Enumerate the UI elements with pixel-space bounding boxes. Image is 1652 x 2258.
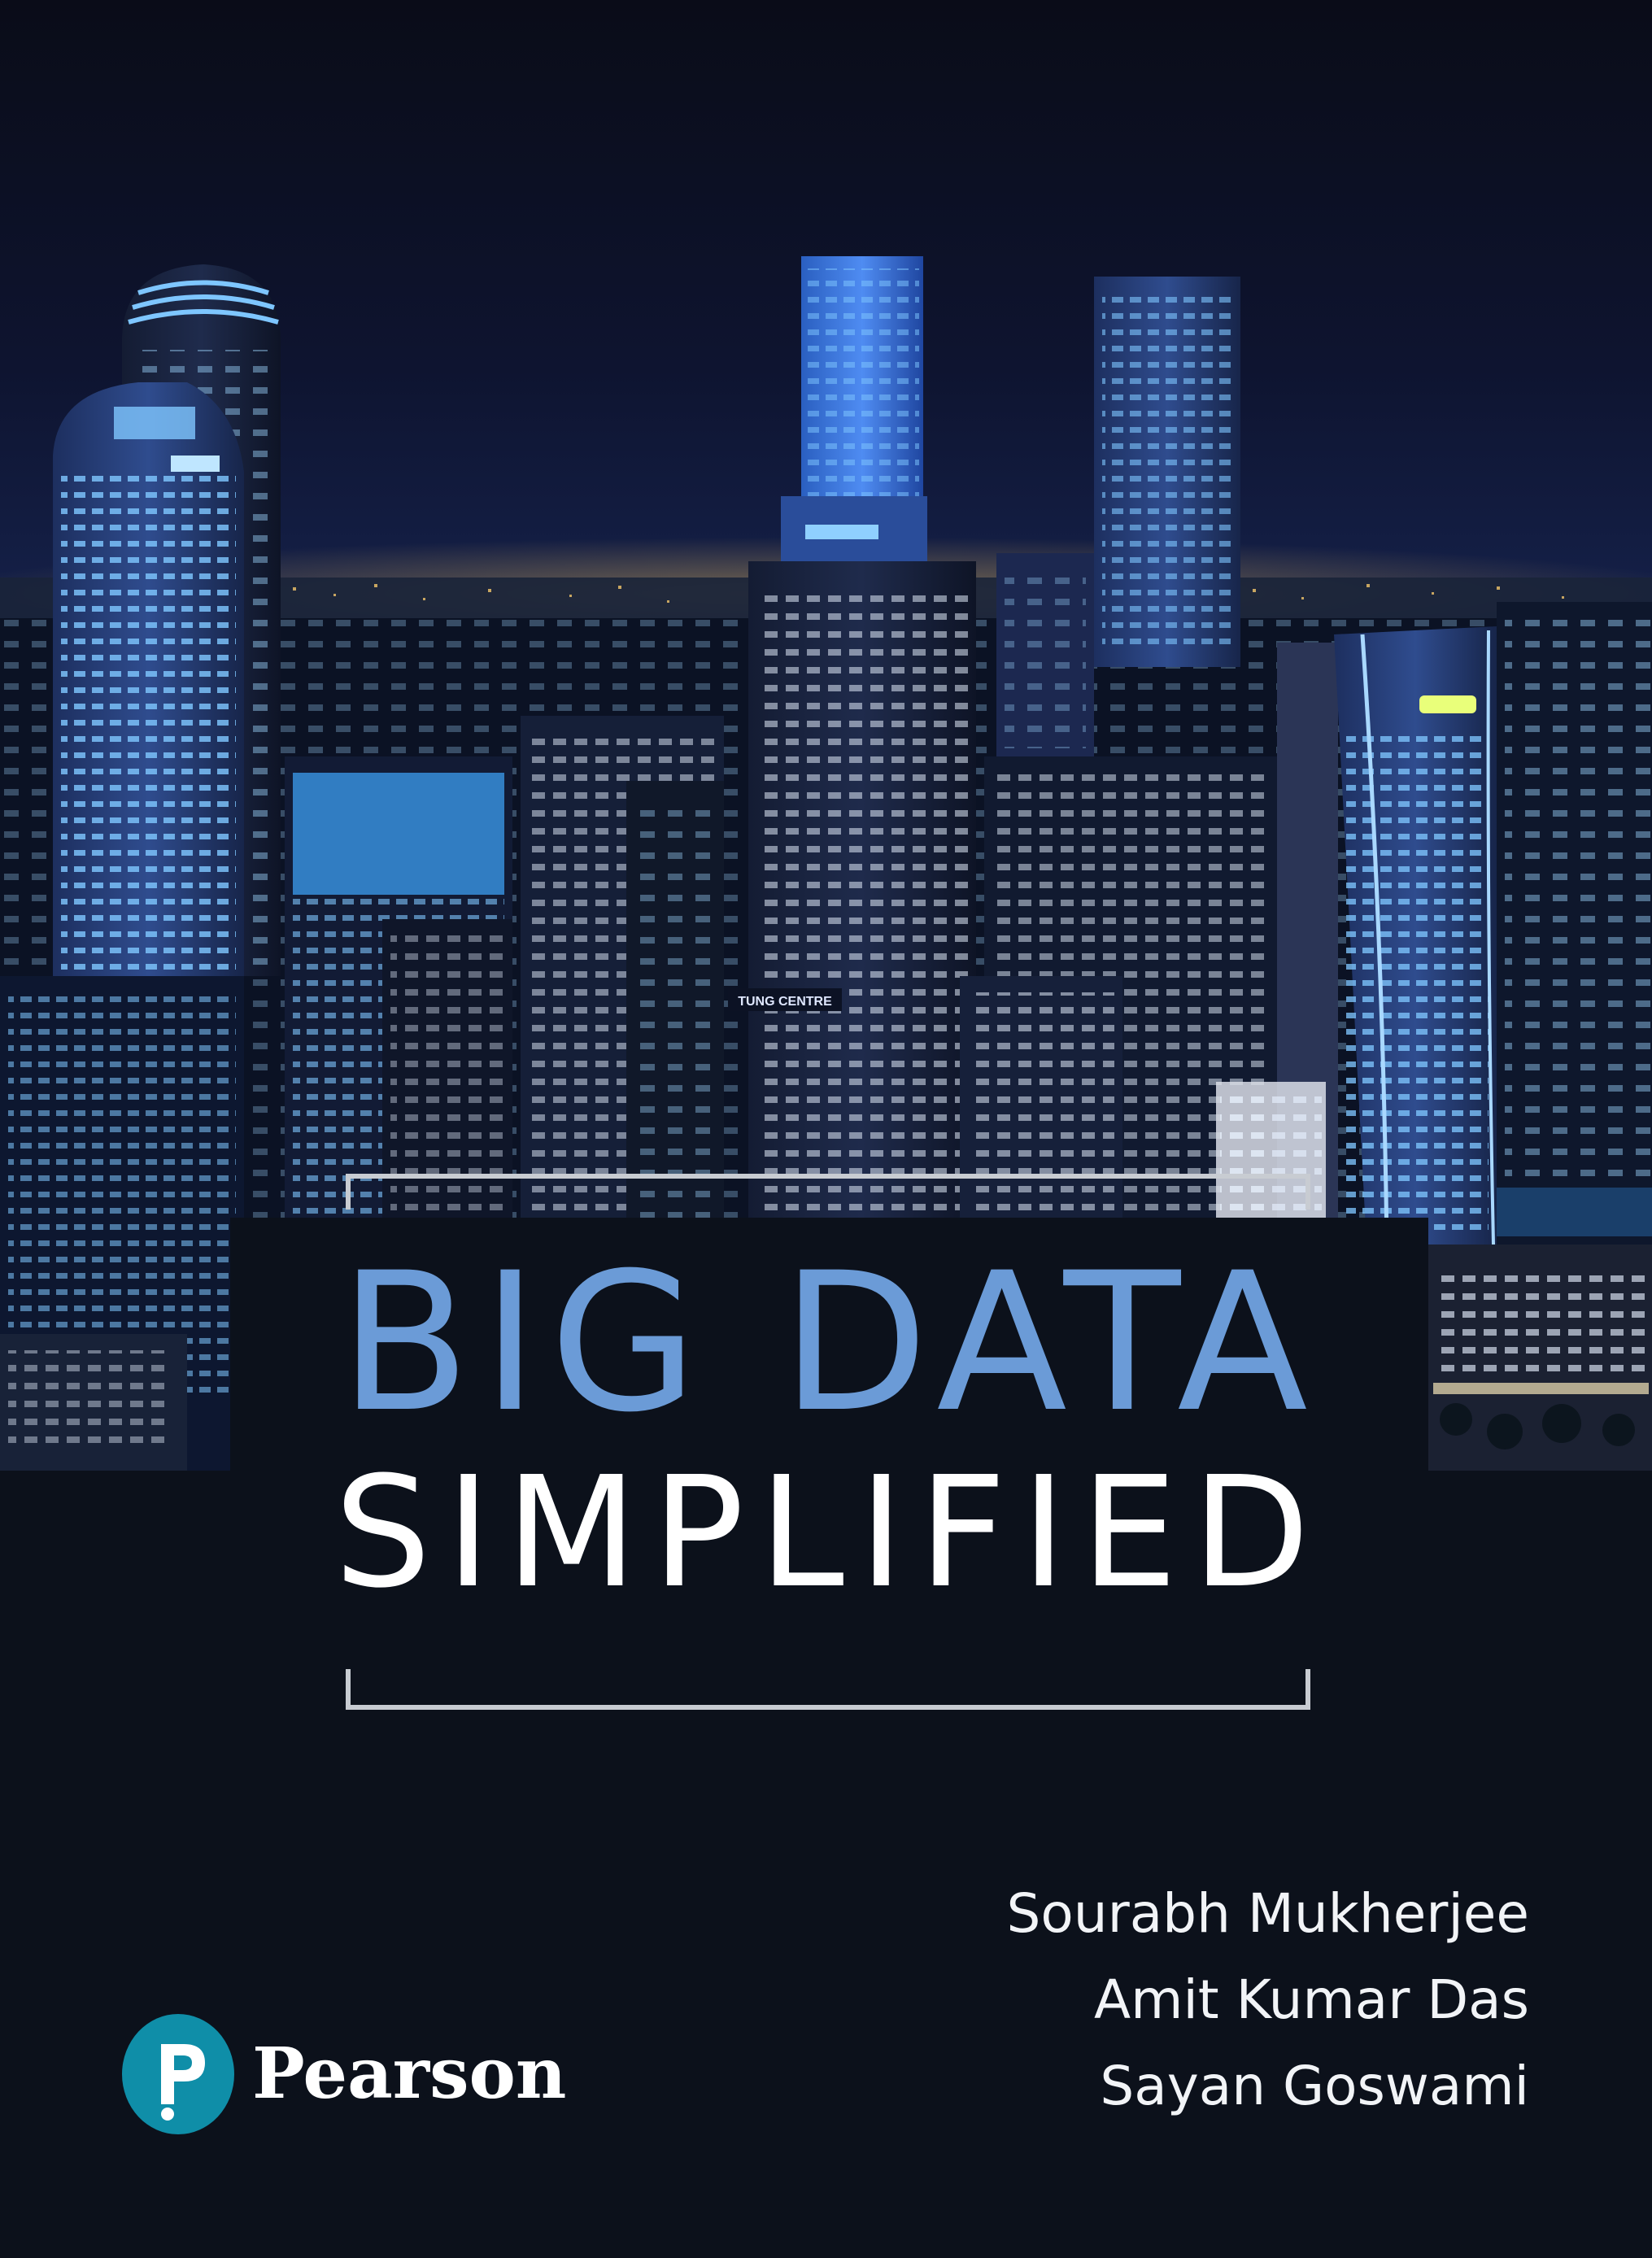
author-name: Sourabh Mukherjee bbox=[1006, 1882, 1529, 1945]
title-bracket-top bbox=[346, 1174, 1310, 1210]
author-name: Amit Kumar Das bbox=[1094, 1968, 1529, 2031]
book-title-primary: BIG DATA bbox=[339, 1232, 1319, 1454]
title-bracket-bottom bbox=[346, 1669, 1310, 1710]
publisher-brand: Pearson bbox=[120, 2013, 576, 2135]
pearson-p-logo-icon bbox=[120, 2013, 236, 2135]
book-title-secondary: SIMPLIFIED bbox=[333, 1444, 1325, 1622]
publisher-name: Pearson bbox=[252, 2033, 567, 2115]
book-cover: TUNG CENTRE BIG DATA SIMPLIFIED Sourabh … bbox=[0, 0, 1652, 2258]
author-name: Sayan Goswami bbox=[1100, 2055, 1529, 2117]
tung-centre-sign: TUNG CENTRE bbox=[738, 995, 832, 1009]
author-list: Sourabh Mukherjee Amit Kumar Das Sayan G… bbox=[895, 1871, 1529, 2129]
